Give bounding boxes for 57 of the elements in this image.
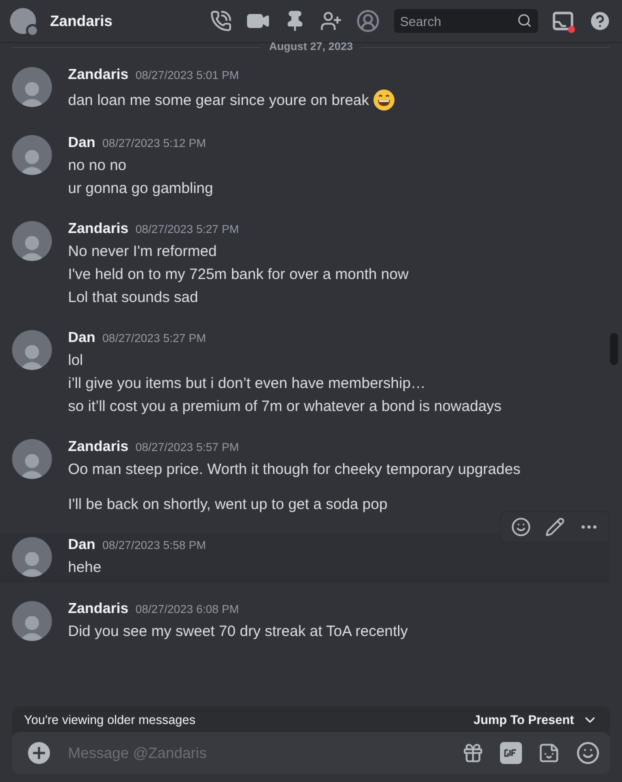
date-divider: August 27, 2023 <box>269 41 353 53</box>
message-composer[interactable]: Message @Zandaris <box>12 732 610 774</box>
message-text: No never I'm reformed <box>68 243 217 260</box>
user-avatar[interactable] <box>12 439 52 479</box>
search-field[interactable]: Search <box>394 9 538 33</box>
message-text: I'll be back on shortly, went up to get a soda pop <box>68 496 388 513</box>
sticker-icon[interactable] <box>538 742 560 764</box>
author-name[interactable]: Zandaris <box>68 221 128 237</box>
message-text: lol <box>68 352 84 369</box>
search-icon <box>517 13 532 28</box>
message-text: Did you see my sweet 70 dry streak at ToA recently <box>68 623 408 640</box>
message-text: so it’ll cost you a premium of 7m or whatever a bond is nowadays <box>68 398 502 415</box>
user-avatar[interactable] <box>12 67 52 107</box>
message-timestamp: 08/27/2023 5:27 PM <box>135 224 240 236</box>
message-timestamp: 08/27/2023 5:01 PM <box>135 70 240 82</box>
message-text: hehe <box>68 559 102 576</box>
message-input[interactable]: Message @Zandaris <box>66 744 446 762</box>
message-text: dan loan me some gear since youre on break <box>68 92 370 108</box>
emoji-icon[interactable] <box>576 741 600 765</box>
message-text: i’ll give you items but i don’t even have membership… <box>68 375 426 392</box>
user-avatar[interactable] <box>12 135 52 175</box>
user-avatar[interactable] <box>12 330 52 370</box>
gif-icon[interactable] <box>500 742 522 764</box>
user-avatar[interactable] <box>12 537 52 577</box>
message-timestamp: 08/27/2023 5:57 PM <box>135 442 240 454</box>
user-avatar[interactable] <box>10 8 36 34</box>
add-icon[interactable] <box>28 742 50 764</box>
message-text: ur gonna go gambling <box>68 180 214 197</box>
message-text: Lol that sounds sad <box>68 289 198 306</box>
channel-title: Zandaris <box>50 12 114 30</box>
scrollbar-thumb[interactable] <box>610 333 618 365</box>
author-name[interactable]: Dan <box>68 537 96 553</box>
author-name[interactable]: Zandaris <box>68 439 128 455</box>
add-reaction-icon[interactable] <box>511 517 531 537</box>
message-timestamp: 08/27/2023 5:27 PM <box>102 333 206 345</box>
message-text: Oo man steep price. Worth it though for cheeky temporary upgrades <box>68 461 520 478</box>
message-text: I've held on to my 725m bank for over a month now <box>68 266 409 283</box>
message-timestamp: 08/27/2023 6:08 PM <box>135 604 240 616</box>
inbox-icon[interactable] <box>552 10 574 32</box>
add-user-icon[interactable] <box>320 10 342 32</box>
gift-icon[interactable] <box>462 742 484 764</box>
help-icon[interactable] <box>588 9 612 33</box>
status-dot <box>26 24 39 37</box>
message-timestamp: 08/27/2023 5:58 PM <box>102 540 206 552</box>
message-text: no no no <box>68 157 126 174</box>
user-profile-icon[interactable] <box>356 9 380 33</box>
phone-call-icon[interactable] <box>210 10 232 32</box>
user-avatar[interactable] <box>12 221 52 261</box>
author-name[interactable]: Zandaris <box>68 601 128 617</box>
user-avatar[interactable] <box>12 601 52 641</box>
author-name[interactable]: Zandaris <box>68 67 128 83</box>
author-name[interactable]: Dan <box>68 135 96 151</box>
message-timestamp: 08/27/2023 5:12 PM <box>102 138 206 150</box>
pencil-icon[interactable] <box>545 517 565 537</box>
author-name[interactable]: Dan <box>68 330 96 346</box>
jump-to-present-button[interactable]: Jump To Present <box>474 712 598 728</box>
banner-text: You're viewing older messages <box>24 713 196 727</box>
